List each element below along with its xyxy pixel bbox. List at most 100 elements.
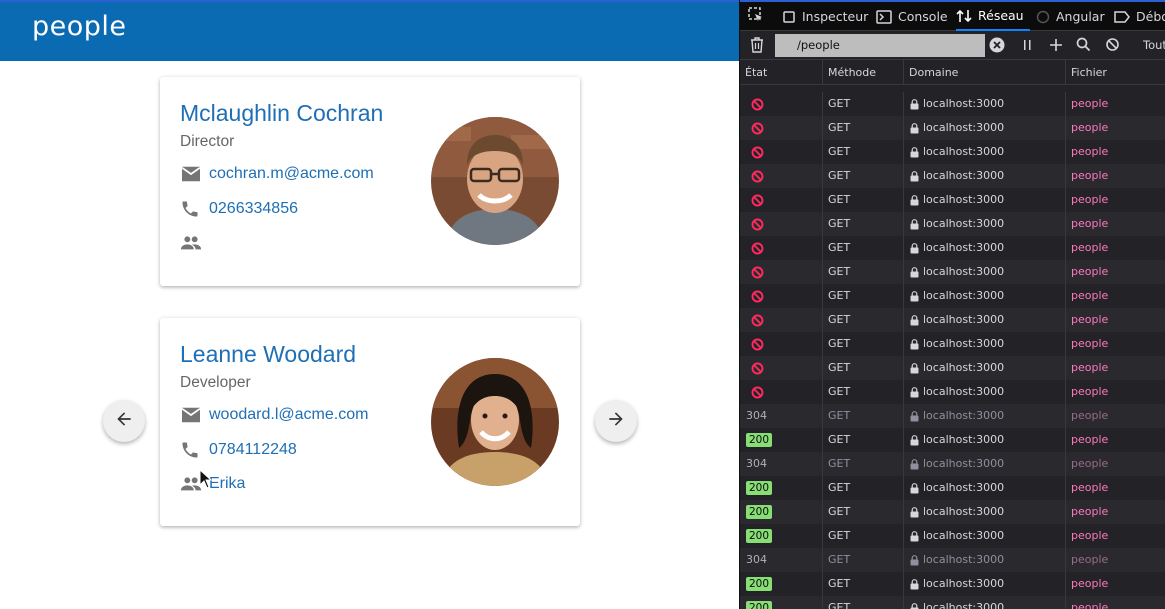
search-icon[interactable] [1076,37,1091,52]
request-domain: localhost:3000 [904,452,1066,476]
status-badge: 200 [746,433,773,447]
lock-icon [910,361,923,374]
request-row[interactable]: GET localhost:3000 people [740,188,1165,212]
blocked-icon [751,146,764,159]
request-row[interactable]: GET localhost:3000 people [740,308,1165,332]
person-card[interactable]: Mclaughlin Cochran Director cochran.m@ac… [160,77,580,286]
people-app: people Mclaughlin Cochran Director cochr… [0,0,739,609]
manager-link[interactable]: Erika [209,475,245,493]
request-row[interactable]: GET localhost:3000 people [740,212,1165,236]
request-row[interactable]: GET localhost:3000 people [740,236,1165,260]
person-card[interactable]: Leanne Woodard Developer woodard.l@acme.… [160,318,580,526]
tab-inspector[interactable]: Inspecteur [782,2,868,31]
request-row[interactable]: GET localhost:3000 people [740,284,1165,308]
debugger-icon [1114,10,1130,24]
request-row[interactable]: 304 GET localhost:3000 people [740,404,1165,428]
request-file: people [1071,337,1109,350]
tab-network[interactable]: Réseau [956,2,1030,31]
lock-icon [910,505,923,518]
request-row[interactable]: 304 GET localhost:3000 people [740,452,1165,476]
request-file: people [1071,241,1109,254]
request-status: 304 [740,452,823,476]
email-icon [180,405,204,425]
request-status [740,212,823,236]
email-link[interactable]: cochran.m@acme.com [209,165,374,183]
request-status: 200 [740,572,823,596]
email-link[interactable]: woodard.l@acme.com [209,406,368,424]
next-button[interactable] [595,400,637,442]
request-row[interactable]: GET localhost:3000 people [740,260,1165,284]
filter-all-button[interactable]: Tout [1143,38,1165,52]
request-file: people [1071,457,1109,470]
request-row[interactable]: GET localhost:3000 people [740,356,1165,380]
request-row[interactable]: GET localhost:3000 people [740,380,1165,404]
request-row[interactable]: GET localhost:3000 people [740,140,1165,164]
request-row[interactable]: GET localhost:3000 people [740,332,1165,356]
domain-text: localhost:3000 [923,481,1005,494]
blocked-icon [751,122,764,135]
request-method: GET [823,212,904,236]
request-file: people [1071,601,1109,609]
status-badge: 200 [746,481,773,495]
person-name[interactable]: Leanne Woodard [180,341,356,368]
person-name[interactable]: Mclaughlin Cochran [180,100,383,127]
domain-text: localhost:3000 [923,337,1005,350]
request-method: GET [823,164,904,188]
phone-link[interactable]: 0266334856 [209,200,298,218]
request-method: GET [823,548,904,572]
element-picker-button[interactable] [748,2,764,31]
phone-link[interactable]: 0784112248 [209,441,297,459]
blocked-icon [751,266,764,279]
request-row[interactable]: 304 GET localhost:3000 people [740,548,1165,572]
request-domain: localhost:3000 [904,572,1066,596]
request-row[interactable]: 200 GET localhost:3000 people [740,596,1165,609]
email-row: cochran.m@acme.com [180,163,374,185]
status-badge: 200 [746,577,773,591]
trash-icon[interactable] [750,37,764,53]
request-file: people [1071,361,1109,374]
previous-button[interactable] [103,400,145,442]
request-method: GET [823,92,904,116]
request-method: GET [823,116,904,140]
request-row[interactable]: GET localhost:3000 people [740,116,1165,140]
phone-row: 0784112248 [180,439,297,461]
request-method: GET [823,596,904,609]
request-method: GET [823,476,904,500]
status-code: 304 [746,553,767,566]
lock-icon [910,97,923,110]
request-file: people [1071,193,1109,206]
url-filter-input[interactable]: /people [775,34,985,57]
plus-icon[interactable] [1049,38,1063,52]
request-row[interactable]: 200 GET localhost:3000 people [740,524,1165,548]
blocked-icon [751,218,764,231]
blocked-icon [751,338,764,351]
tab-label: Inspecteur [802,9,869,24]
request-row[interactable]: GET localhost:3000 people [740,164,1165,188]
request-status: 200 [740,476,823,500]
request-row[interactable]: 200 GET localhost:3000 people [740,500,1165,524]
devtools-tabbar: Inspecteur Console Réseau Angular Débo [740,0,1165,31]
request-domain: localhost:3000 [904,308,1066,332]
domain-text: localhost:3000 [923,265,1005,278]
request-method: GET [823,260,904,284]
request-domain: localhost:3000 [904,524,1066,548]
request-row[interactable]: 200 GET localhost:3000 people [740,476,1165,500]
request-domain: localhost:3000 [904,500,1066,524]
app-logo[interactable]: people [32,11,127,42]
email-row: woodard.l@acme.com [180,404,368,426]
status-code: 304 [746,457,767,470]
request-row[interactable]: 200 GET localhost:3000 people [740,428,1165,452]
clear-filter-icon[interactable] [989,37,1005,53]
request-status [740,188,823,212]
block-icon[interactable] [1105,37,1120,52]
request-row[interactable]: GET localhost:3000 people [740,92,1165,116]
inspector-icon [782,10,796,24]
tab-angular[interactable]: Angular [1036,2,1105,31]
lock-icon [910,169,923,182]
phone-row: 0266334856 [180,198,298,220]
pause-icon[interactable] [1021,38,1033,52]
tab-console[interactable]: Console [876,2,948,31]
request-row[interactable]: 200 GET localhost:3000 people [740,572,1165,596]
tab-debugger[interactable]: Débo [1114,2,1165,31]
person-avatar [431,358,559,486]
